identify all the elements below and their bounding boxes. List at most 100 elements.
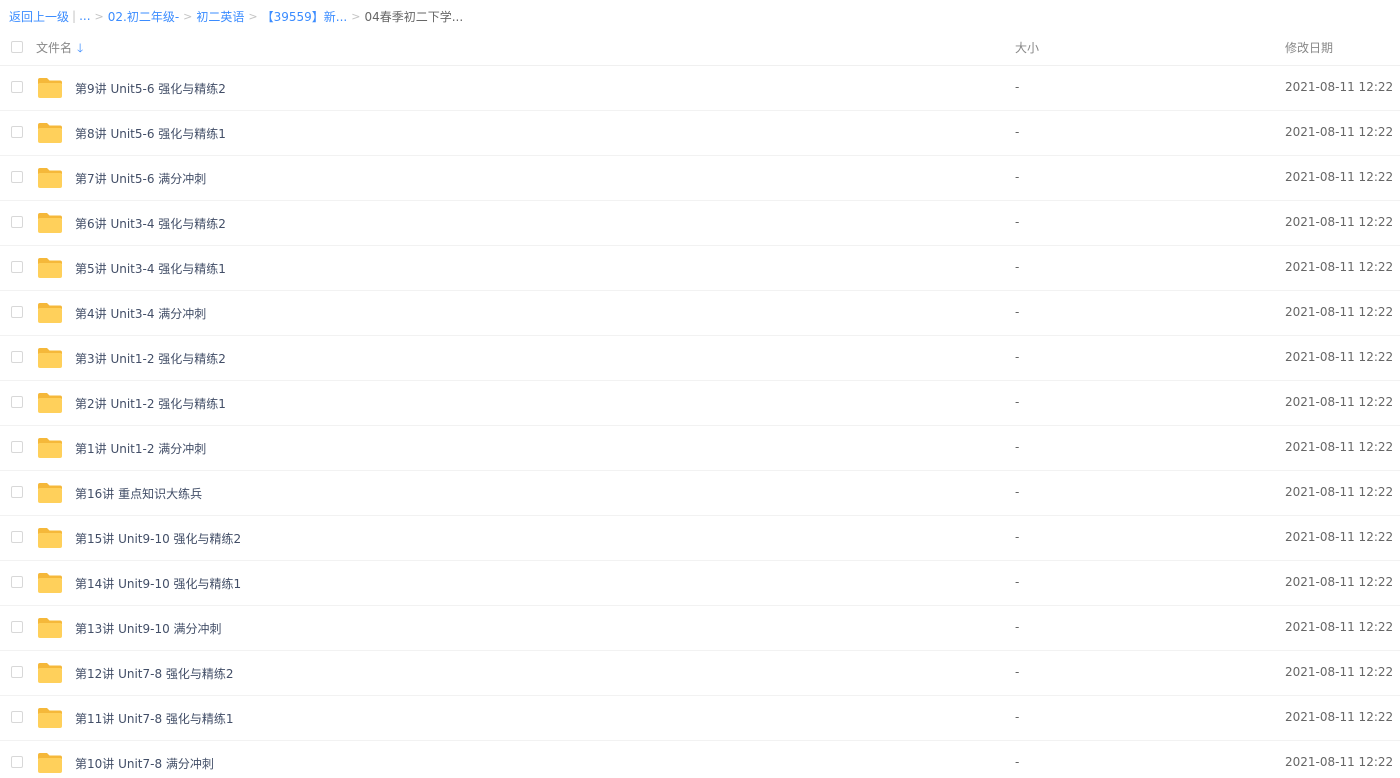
file-size: - xyxy=(1015,755,1020,769)
file-size: - xyxy=(1015,395,1020,409)
row-checkbox[interactable] xyxy=(11,171,23,183)
file-name[interactable]: 第4讲 Unit3-4 满分冲刺 xyxy=(75,305,206,322)
table-row[interactable]: 第7讲 Unit5-6 满分冲刺 - 2021-08-11 12:22 xyxy=(0,156,1400,201)
file-name[interactable]: 第9讲 Unit5-6 强化与精练2 xyxy=(75,80,226,97)
folder-icon xyxy=(36,76,64,100)
folder-icon xyxy=(36,526,64,550)
file-size: - xyxy=(1015,215,1020,229)
file-modified-date: 2021-08-11 12:22 xyxy=(1285,125,1394,139)
table-row[interactable]: 第16讲 重点知识大练兵 - 2021-08-11 12:22 xyxy=(0,471,1400,516)
file-size: - xyxy=(1015,170,1020,184)
file-modified-date: 2021-08-11 12:22 xyxy=(1285,710,1394,724)
row-checkbox[interactable] xyxy=(11,441,23,453)
file-modified-date: 2021-08-11 12:22 xyxy=(1285,575,1394,589)
row-checkbox[interactable] xyxy=(11,531,23,543)
file-modified-date: 2021-08-11 12:22 xyxy=(1285,170,1394,184)
column-header-name: 文件名 xyxy=(36,41,73,55)
row-checkbox[interactable] xyxy=(11,756,23,768)
row-checkbox[interactable] xyxy=(11,396,23,408)
table-row[interactable]: 第2讲 Unit1-2 强化与精练1 - 2021-08-11 12:22 xyxy=(0,381,1400,426)
file-modified-date: 2021-08-11 12:22 xyxy=(1285,620,1394,634)
folder-icon xyxy=(36,751,64,775)
column-header-date[interactable]: 修改日期 xyxy=(1285,39,1333,56)
table-row[interactable]: 第3讲 Unit1-2 强化与精练2 - 2021-08-11 12:22 xyxy=(0,336,1400,381)
file-name[interactable]: 第1讲 Unit1-2 满分冲刺 xyxy=(75,440,206,457)
file-name[interactable]: 第2讲 Unit1-2 强化与精练1 xyxy=(75,395,226,412)
row-checkbox[interactable] xyxy=(11,306,23,318)
folder-icon xyxy=(36,301,64,325)
file-name[interactable]: 第14讲 Unit9-10 强化与精练1 xyxy=(75,575,241,592)
table-row[interactable]: 第14讲 Unit9-10 强化与精练1 - 2021-08-11 12:22 xyxy=(0,561,1400,606)
row-checkbox[interactable] xyxy=(11,711,23,723)
file-modified-date: 2021-08-11 12:22 xyxy=(1285,350,1394,364)
file-modified-date: 2021-08-11 12:22 xyxy=(1285,665,1394,679)
file-name[interactable]: 第13讲 Unit9-10 满分冲刺 xyxy=(75,620,222,637)
breadcrumb-item-course[interactable]: 【39559】新... xyxy=(262,8,348,25)
chevron-right-icon: > xyxy=(248,9,258,23)
row-checkbox[interactable] xyxy=(11,576,23,588)
file-size: - xyxy=(1015,575,1020,589)
table-row[interactable]: 第11讲 Unit7-8 强化与精练1 - 2021-08-11 12:22 xyxy=(0,696,1400,741)
select-all-checkbox[interactable] xyxy=(11,41,23,53)
file-modified-date: 2021-08-11 12:22 xyxy=(1285,215,1394,229)
file-list: 第9讲 Unit5-6 强化与精练2-2021-08-11 12:22 第8讲 U… xyxy=(0,66,1400,778)
file-modified-date: 2021-08-11 12:22 xyxy=(1285,260,1394,274)
folder-icon xyxy=(36,211,64,235)
table-row[interactable]: 第6讲 Unit3-4 强化与精练2 - 2021-08-11 12:22 xyxy=(0,201,1400,246)
folder-icon xyxy=(36,166,64,190)
file-browser: 返回上一级 | ... > 02.初二年级- > 初二英语 > 【39559】新… xyxy=(0,0,1400,778)
row-checkbox[interactable] xyxy=(11,666,23,678)
chevron-right-icon: > xyxy=(94,9,104,23)
chevron-right-icon: > xyxy=(183,9,193,23)
table-row[interactable]: 第15讲 Unit9-10 强化与精练2 - 2021-08-11 12:22 xyxy=(0,516,1400,561)
file-name[interactable]: 第12讲 Unit7-8 强化与精练2 xyxy=(75,665,234,682)
table-row[interactable]: 第13讲 Unit9-10 满分冲刺 - 2021-08-11 12:22 xyxy=(0,606,1400,651)
row-checkbox[interactable] xyxy=(11,351,23,363)
file-name[interactable]: 第16讲 重点知识大练兵 xyxy=(75,485,202,502)
table-row[interactable]: 第8讲 Unit5-6 强化与精练1 - 2021-08-11 12:22 xyxy=(0,111,1400,156)
folder-icon xyxy=(36,661,64,685)
file-name[interactable]: 第15讲 Unit9-10 强化与精练2 xyxy=(75,530,241,547)
row-checkbox[interactable] xyxy=(11,216,23,228)
file-name[interactable]: 第8讲 Unit5-6 强化与精练1 xyxy=(75,125,226,142)
file-size: - xyxy=(1015,440,1020,454)
row-checkbox[interactable] xyxy=(11,81,23,93)
file-size: - xyxy=(1015,530,1020,544)
file-modified-date: 2021-08-11 12:22 xyxy=(1285,80,1394,94)
row-checkbox[interactable] xyxy=(11,621,23,633)
row-checkbox[interactable] xyxy=(11,126,23,138)
file-size: - xyxy=(1015,710,1020,724)
folder-icon xyxy=(36,436,64,460)
file-size: - xyxy=(1015,665,1020,679)
file-name[interactable]: 第3讲 Unit1-2 强化与精练2 xyxy=(75,350,226,367)
file-size: - xyxy=(1015,350,1020,364)
breadcrumb-item-grade[interactable]: 02.初二年级- xyxy=(108,8,179,25)
breadcrumb-ellipsis[interactable]: ... xyxy=(79,9,90,23)
table-row[interactable]: 第10讲 Unit7-8 满分冲刺 - 2021-08-11 12:22 xyxy=(0,741,1400,778)
table-row[interactable]: 第9讲 Unit5-6 强化与精练2 - 2021-08-11 12:22 xyxy=(0,66,1400,111)
file-name[interactable]: 第6讲 Unit3-4 强化与精练2 xyxy=(75,215,226,232)
table-row[interactable]: 第1讲 Unit1-2 满分冲刺 - 2021-08-11 12:22 xyxy=(0,426,1400,471)
sort-by-name-header[interactable]: 文件名 🡓 xyxy=(36,39,83,56)
breadcrumb-item-subject[interactable]: 初二英语 xyxy=(196,8,244,25)
table-row[interactable]: 第12讲 Unit7-8 强化与精练2 - 2021-08-11 12:22 xyxy=(0,651,1400,696)
folder-icon xyxy=(36,571,64,595)
folder-icon xyxy=(36,481,64,505)
breadcrumb-divider: | xyxy=(72,9,77,23)
back-link[interactable]: 返回上一级 xyxy=(9,8,69,25)
file-name[interactable]: 第7讲 Unit5-6 满分冲刺 xyxy=(75,170,206,187)
chevron-right-icon: > xyxy=(351,9,361,23)
table-row[interactable]: 第4讲 Unit3-4 满分冲刺 - 2021-08-11 12:22 xyxy=(0,291,1400,336)
file-name[interactable]: 第5讲 Unit3-4 强化与精练1 xyxy=(75,260,226,277)
table-row[interactable]: 第5讲 Unit3-4 强化与精练1 - 2021-08-11 12:22 xyxy=(0,246,1400,291)
folder-icon xyxy=(36,121,64,145)
file-size: - xyxy=(1015,260,1020,274)
file-modified-date: 2021-08-11 12:22 xyxy=(1285,530,1394,544)
folder-icon xyxy=(36,346,64,370)
row-checkbox[interactable] xyxy=(11,486,23,498)
file-name[interactable]: 第11讲 Unit7-8 强化与精练1 xyxy=(75,710,234,727)
file-size: - xyxy=(1015,620,1020,634)
column-header-size[interactable]: 大小 xyxy=(1015,39,1039,56)
row-checkbox[interactable] xyxy=(11,261,23,273)
file-name[interactable]: 第10讲 Unit7-8 满分冲刺 xyxy=(75,755,214,772)
